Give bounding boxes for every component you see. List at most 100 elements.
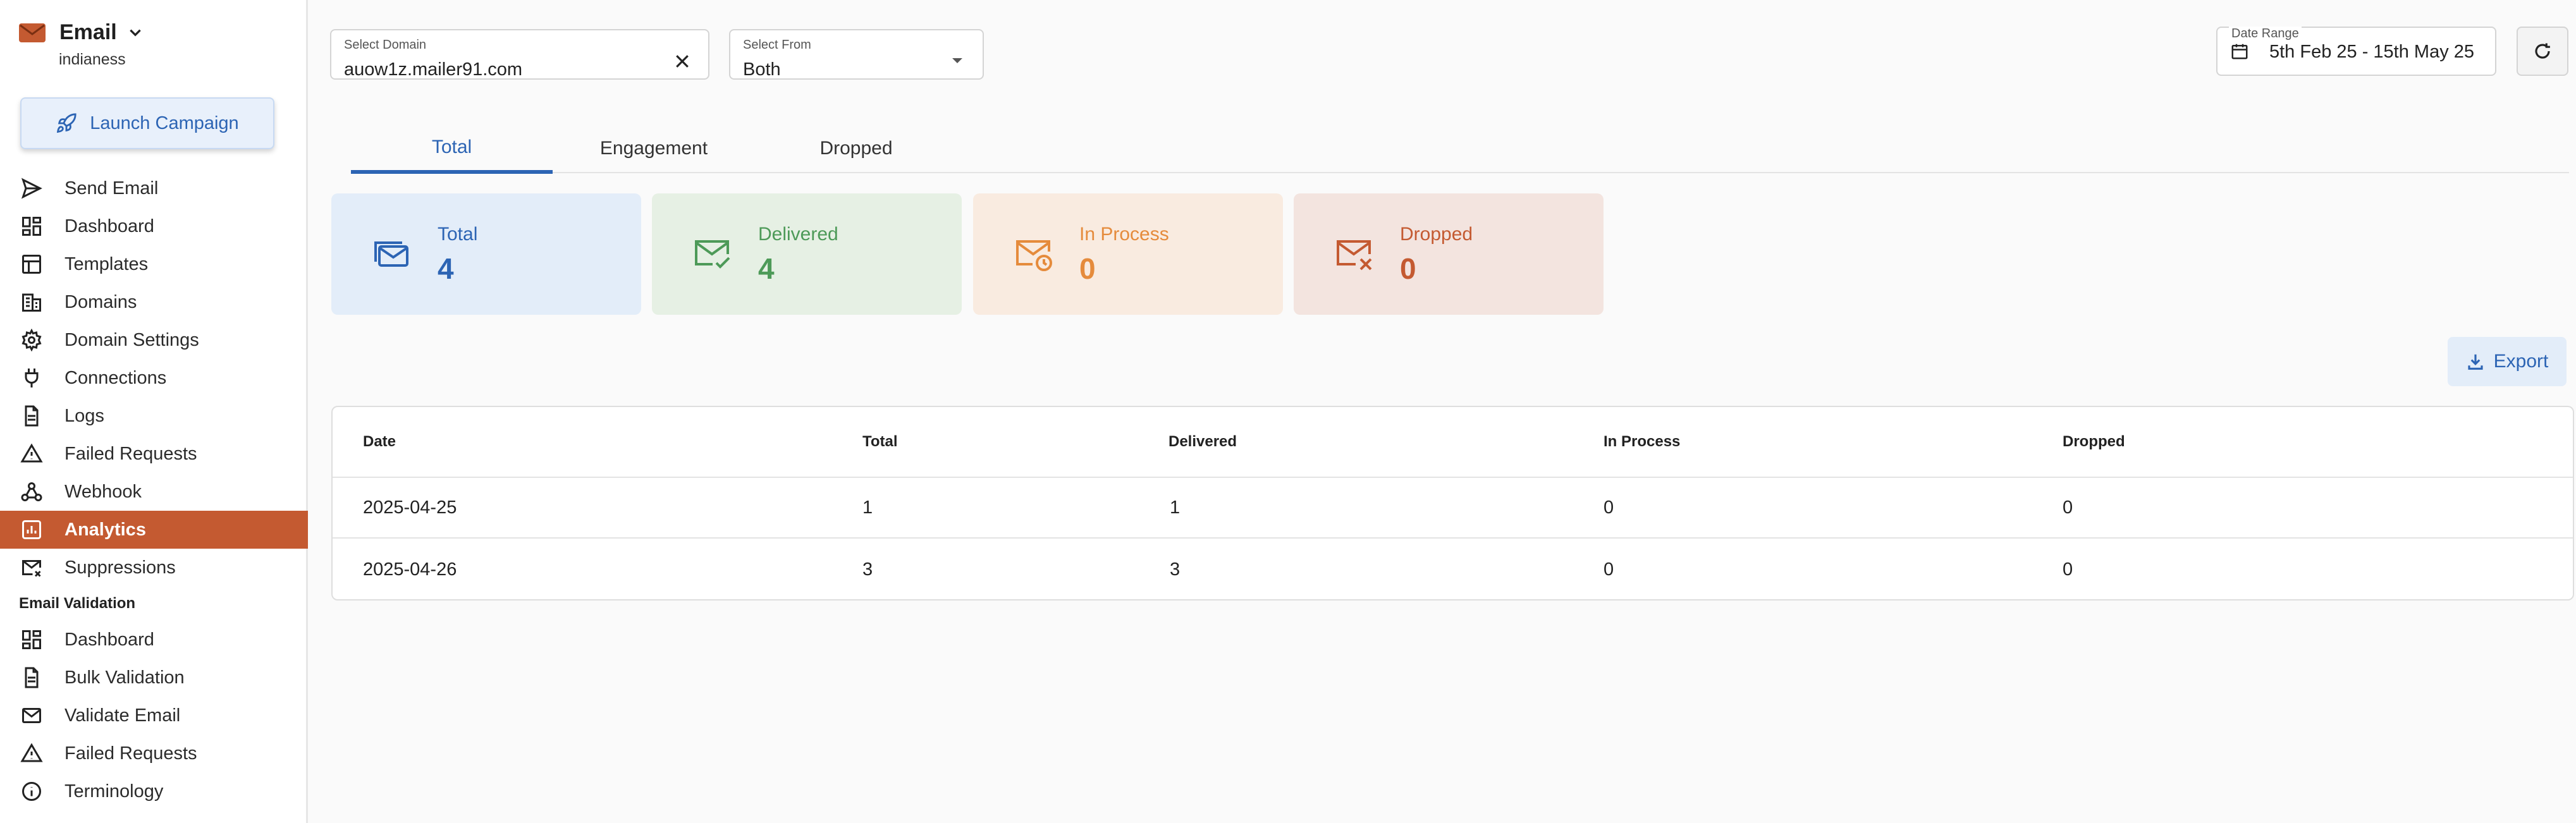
app-title: Email [59, 20, 117, 44]
sidebar-item-dashboard[interactable]: Dashboard [0, 207, 308, 245]
sidebar-item-label: Failed Requests [64, 743, 197, 764]
column-header-dropped[interactable]: Dropped [2063, 407, 2125, 477]
sidebar-item-templates[interactable]: Templates [0, 245, 308, 283]
warning-icon [20, 443, 43, 463]
domains-icon [22, 293, 41, 312]
sidebar-item-failed-requests[interactable]: Failed Requests [0, 435, 308, 473]
rocket-icon [57, 113, 77, 133]
sidebar-item-label: Send Email [64, 178, 159, 198]
cell-in-process: 0 [1604, 497, 1614, 518]
launch-campaign-button[interactable]: Launch Campaign [20, 97, 274, 149]
column-header-in-process[interactable]: In Process [1604, 407, 1680, 477]
sidebar-item-logs[interactable]: Logs [0, 397, 308, 435]
sidebar-item-terminology[interactable]: Terminology [0, 772, 308, 810]
cell-delivered: 1 [1170, 497, 1181, 518]
sidebar-item-label: Dashboard [64, 629, 154, 650]
stat-label: Delivered [758, 224, 838, 245]
column-header-total[interactable]: Total [862, 407, 898, 477]
date-range-label: Date Range [2229, 27, 2302, 41]
column-header-date[interactable]: Date [363, 407, 396, 477]
email-validation-section-title: Email Validation [19, 595, 136, 612]
dashboard-icon [22, 217, 41, 236]
analytics-icon [22, 520, 41, 539]
cell-in-process: 0 [1604, 559, 1614, 580]
date-range-picker[interactable]: Date Range 5th Feb 25 - 15th May 25 [2216, 27, 2496, 76]
stat-card-dropped: Dropped 0 [1294, 193, 1604, 315]
caret-down-icon [952, 58, 962, 63]
mail-stack-icon [374, 241, 408, 267]
stat-label: In Process [1079, 224, 1169, 245]
cell-total: 3 [862, 559, 873, 580]
sidebar-item-label: Connections [64, 367, 167, 388]
tab-total[interactable]: Total [351, 124, 553, 174]
sidebar: Email indianess Launch Campaign Send Ema… [0, 0, 308, 823]
refresh-button[interactable] [2517, 27, 2568, 76]
sidebar-item-send-email[interactable]: Send Email [0, 169, 308, 207]
stat-value: 4 [758, 252, 775, 285]
sidebar-item-validation-failed-requests[interactable]: Failed Requests [0, 735, 308, 772]
sidebar-nav: Send Email Dashboard Templates Domains D… [0, 169, 308, 810]
email-logo-icon [19, 23, 46, 42]
cell-date: 2025-04-26 [363, 559, 457, 580]
sidebar-item-analytics[interactable]: Analytics [0, 511, 308, 549]
refresh-icon [2535, 43, 2550, 59]
sidebar-item-suppressions[interactable]: Suppressions [0, 549, 308, 587]
sidebar-item-label: Dashboard [64, 216, 154, 236]
close-icon[interactable] [673, 52, 692, 71]
table-header-row: Date Total Delivered In Process Dropped [333, 407, 2573, 478]
sidebar-item-validation-dashboard[interactable]: Dashboard [0, 621, 308, 659]
select-domain-label: Select Domain [344, 38, 427, 52]
tab-engagement[interactable]: Engagement [553, 124, 755, 173]
cell-date: 2025-04-25 [363, 497, 457, 518]
sidebar-item-label: Webhook [64, 481, 142, 502]
sidebar-item-label: Analytics [64, 519, 146, 540]
select-domain-value: auow1z.mailer91.com [344, 59, 523, 80]
sidebar-item-label: Bulk Validation [64, 667, 185, 688]
chevron-down-icon[interactable] [127, 25, 144, 41]
sidebar-item-domains[interactable]: Domains [0, 283, 308, 321]
suppressions-icon [22, 560, 41, 577]
table-row: 2025-04-25 1 1 0 0 [333, 478, 2573, 539]
mail-check-icon [695, 240, 730, 269]
calendar-icon [2231, 44, 2248, 59]
warning-icon [20, 743, 43, 762]
stat-label: Dropped [1400, 224, 1473, 245]
workspace-name: indianess [59, 51, 126, 68]
cell-total: 1 [862, 497, 873, 518]
dashboard-icon [22, 630, 41, 649]
select-from-value: Both [743, 59, 781, 80]
select-domain-field[interactable]: Select Domain auow1z.mailer91.com [330, 29, 709, 80]
webhook-icon [21, 482, 42, 501]
date-range-value: 5th Feb 25 - 15th May 25 [2269, 42, 2475, 62]
sidebar-item-label: Validate Email [64, 705, 181, 726]
tab-dropped[interactable]: Dropped [755, 124, 957, 173]
mail-x-icon [1337, 240, 1372, 271]
select-from-label: Select From [743, 38, 811, 52]
sidebar-item-validate-email[interactable]: Validate Email [0, 697, 308, 735]
export-button[interactable]: Export [2448, 337, 2567, 386]
analytics-tabs: Total Engagement Dropped [351, 124, 2569, 174]
plug-icon [25, 369, 39, 387]
stat-label: Total [438, 224, 478, 245]
sidebar-item-domain-settings[interactable]: Domain Settings [0, 321, 308, 359]
stat-value: 0 [1400, 252, 1416, 285]
sidebar-item-webhook[interactable]: Webhook [0, 473, 308, 511]
sidebar-item-label: Domain Settings [64, 329, 199, 350]
mail-icon [22, 708, 41, 723]
download-icon [2468, 354, 2483, 370]
cell-delivered: 3 [1170, 559, 1181, 580]
launch-campaign-label: Launch Campaign [90, 113, 239, 133]
select-from-dropdown[interactable]: Select From Both [729, 29, 984, 80]
table-row: 2025-04-26 3 3 0 0 [333, 539, 2573, 599]
sidebar-item-bulk-validation[interactable]: Bulk Validation [0, 659, 308, 697]
sidebar-item-connections[interactable]: Connections [0, 359, 308, 397]
app-switcher[interactable]: Email [19, 20, 144, 45]
analytics-table: Date Total Delivered In Process Dropped … [331, 406, 2574, 600]
column-header-delivered[interactable]: Delivered [1168, 407, 1237, 477]
gear-icon [21, 329, 42, 351]
stat-value: 0 [1079, 252, 1096, 285]
stat-value: 4 [438, 252, 454, 285]
stat-card-total: Total 4 [331, 193, 641, 315]
export-label: Export [2493, 351, 2549, 372]
sidebar-item-label: Terminology [64, 781, 164, 802]
